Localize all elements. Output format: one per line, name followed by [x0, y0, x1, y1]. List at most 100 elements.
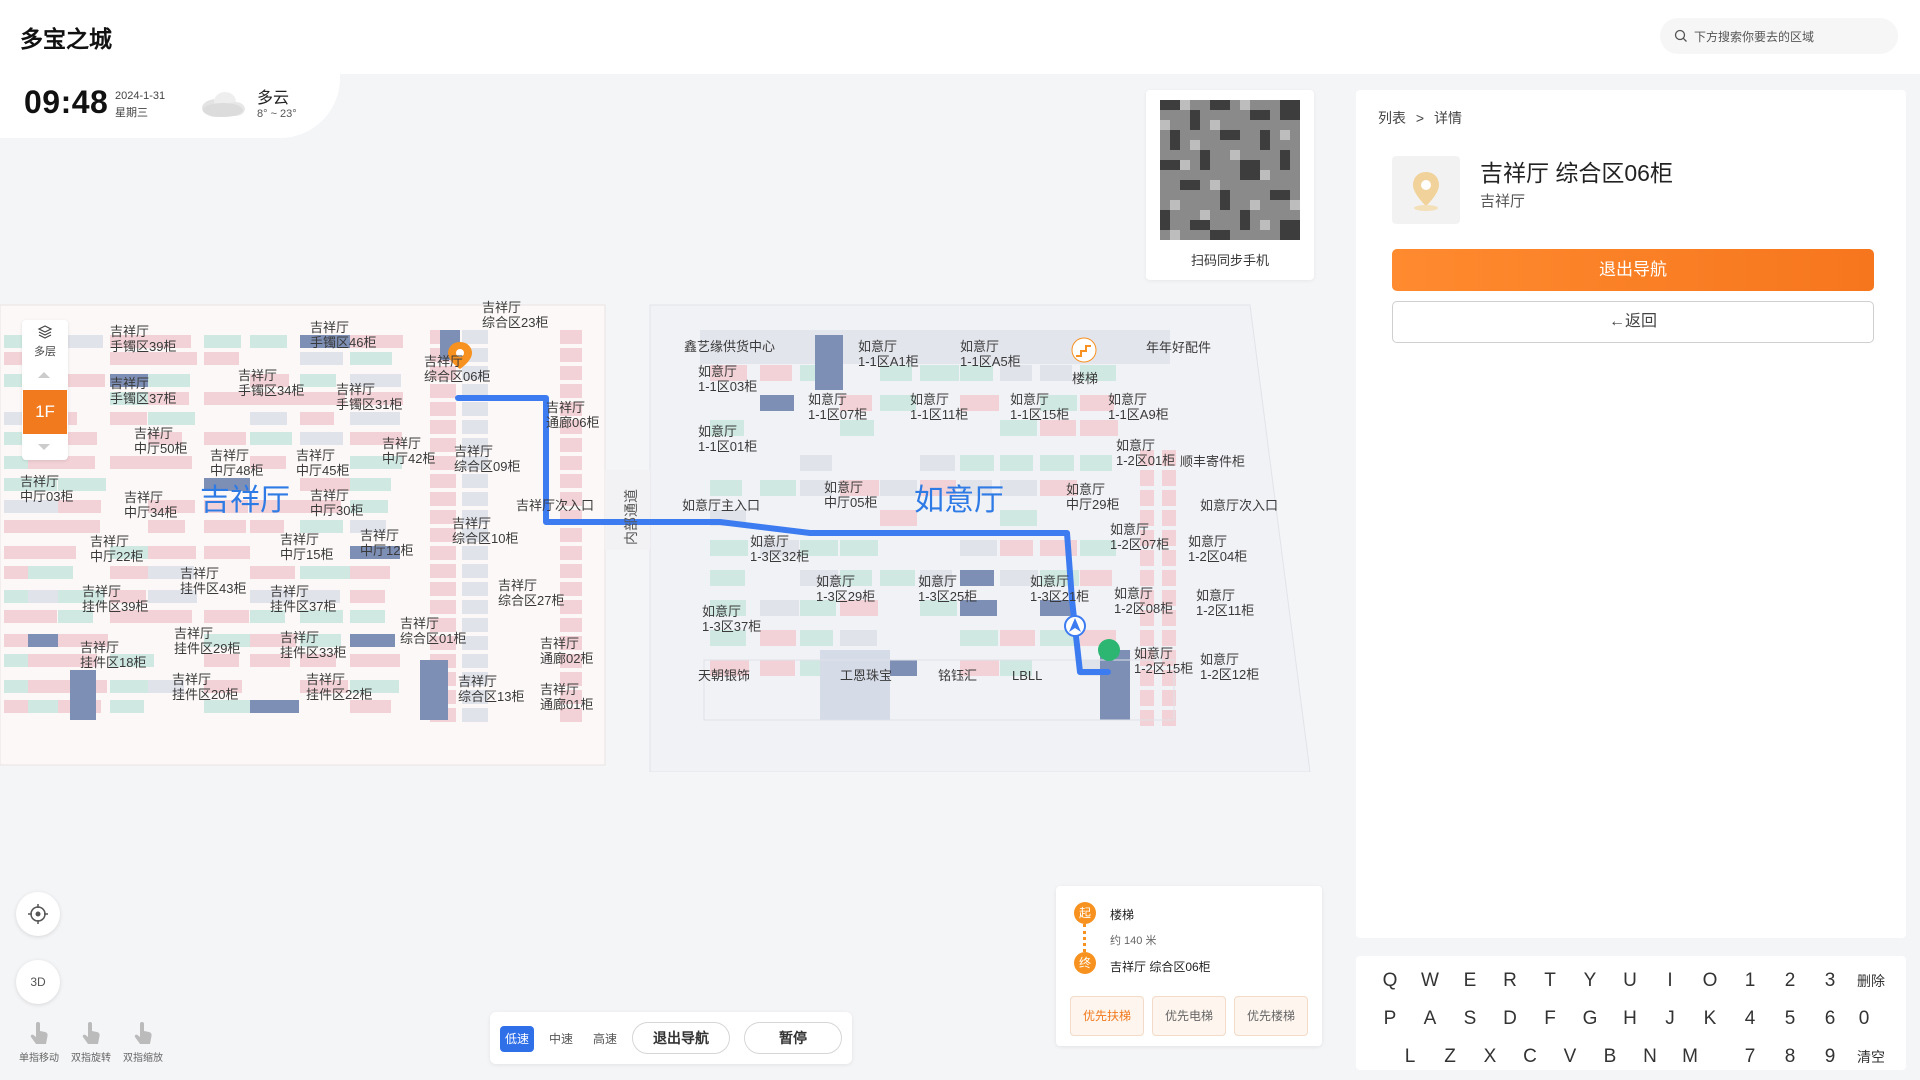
key-m[interactable]: M: [1672, 1042, 1708, 1072]
shop-block: [560, 348, 582, 362]
shop-block: [462, 492, 488, 506]
key-4[interactable]: 4: [1732, 1004, 1768, 1034]
key-e[interactable]: E: [1452, 966, 1488, 996]
key-7[interactable]: 7: [1732, 1042, 1768, 1072]
back-button[interactable]: ←返回: [1392, 301, 1874, 343]
shop-label-line: 吉祥厅: [210, 448, 249, 463]
floor-up-icon[interactable]: [38, 372, 50, 378]
shop-label-line: 如意厅: [1114, 586, 1153, 601]
locate-button[interactable]: [16, 892, 60, 936]
key-b[interactable]: B: [1592, 1042, 1628, 1072]
key-x[interactable]: X: [1472, 1042, 1508, 1072]
key-d[interactable]: D: [1492, 1004, 1528, 1034]
shop-block: [1000, 455, 1033, 471]
speed-high[interactable]: 高速: [588, 1026, 622, 1052]
location-pin-icon: [1413, 172, 1439, 211]
key-f[interactable]: F: [1532, 1004, 1568, 1034]
shop-block: [1080, 570, 1112, 586]
breadcrumb-list[interactable]: 列表: [1378, 110, 1406, 126]
shop-block: [462, 582, 488, 596]
shop-block: [880, 510, 917, 526]
weekday-text: 星期三: [115, 107, 148, 119]
floor-down-icon[interactable]: [38, 444, 50, 450]
prefer-escalator-button[interactable]: 优先扶梯: [1070, 996, 1144, 1036]
shop-label-line: 挂件区33柜: [280, 645, 346, 660]
shop-label-line: 1-2区01柜: [1116, 453, 1175, 468]
pause-button[interactable]: 暂停: [744, 1022, 842, 1054]
shop-block: [300, 374, 336, 387]
key-v[interactable]: V: [1552, 1042, 1588, 1072]
floor-1f[interactable]: 1F: [23, 390, 67, 434]
key-y[interactable]: Y: [1572, 966, 1608, 996]
key-3[interactable]: 3: [1812, 966, 1848, 996]
key-n[interactable]: N: [1632, 1042, 1668, 1072]
hand-icon: [30, 1022, 48, 1044]
shop-block: [204, 352, 239, 365]
key-o[interactable]: O: [1692, 966, 1728, 996]
date-text: 2024-1-31: [115, 90, 166, 102]
key-r[interactable]: R: [1492, 966, 1528, 996]
shop-label-line: 如意厅: [918, 574, 957, 589]
key-l[interactable]: L: [1392, 1042, 1428, 1072]
speed-low[interactable]: 低速: [500, 1026, 534, 1052]
key-j[interactable]: J: [1652, 1004, 1688, 1034]
search-input[interactable]: 下方搜索你要去的区域: [1660, 18, 1898, 54]
shop-label-line: 1-3区32柜: [750, 549, 809, 564]
shop-block: [960, 630, 998, 646]
shop-block: [462, 330, 488, 344]
shop-block: [1162, 630, 1176, 646]
shop-block: [300, 412, 334, 425]
shop-label: 顺丰寄件柜: [1180, 454, 1245, 469]
layers-button[interactable]: 多层: [22, 324, 68, 359]
shop-label-line: 吉祥厅: [360, 528, 399, 543]
navigation-bar: 低速 中速 高速 退出导航 暂停: [490, 1012, 852, 1064]
key-h[interactable]: H: [1612, 1004, 1648, 1034]
shop-label-line: 楼梯: [1072, 371, 1098, 386]
key-k[interactable]: K: [1692, 1004, 1728, 1034]
key-a[interactable]: A: [1412, 1004, 1448, 1034]
shop-label-line: 如意厅: [1188, 534, 1227, 549]
key-8[interactable]: 8: [1772, 1042, 1808, 1072]
speed-medium[interactable]: 中速: [544, 1026, 578, 1052]
key-s[interactable]: S: [1452, 1004, 1488, 1034]
shop-label-line: 如意厅: [698, 424, 737, 439]
key-action[interactable]: 删除: [1846, 966, 1896, 996]
key-i[interactable]: I: [1652, 966, 1688, 996]
key-2[interactable]: 2: [1772, 966, 1808, 996]
exit-navigation-button[interactable]: 退出导航: [1392, 249, 1874, 291]
shop-block: [110, 566, 150, 579]
exit-navigation-pill[interactable]: 退出导航: [632, 1022, 730, 1054]
shop-label-line: 吉祥厅: [280, 630, 319, 645]
key-p[interactable]: P: [1372, 1004, 1408, 1034]
prefer-elevator-button[interactable]: 优先电梯: [1152, 996, 1226, 1036]
key-q[interactable]: Q: [1372, 966, 1408, 996]
shop-label-line: 如意厅: [910, 392, 949, 407]
key-0[interactable]: 0: [1846, 1004, 1882, 1034]
key-9[interactable]: 9: [1812, 1042, 1848, 1072]
shop-label-line: 吉祥厅: [134, 426, 173, 441]
key-g[interactable]: G: [1572, 1004, 1608, 1034]
key-z[interactable]: Z: [1432, 1042, 1468, 1072]
start-badge: 起: [1074, 902, 1096, 924]
view-3d-button[interactable]: 3D: [16, 960, 60, 1004]
key-1[interactable]: 1: [1732, 966, 1768, 996]
key-w[interactable]: W: [1412, 966, 1448, 996]
shop-label-line: 吉祥厅: [174, 626, 213, 641]
key-5[interactable]: 5: [1772, 1004, 1808, 1034]
floor-map[interactable]: 吉祥厅 如意厅内部通道吉祥厅手镯区39柜吉祥厅手镯区46柜吉祥厅综合区23柜吉祥厅…: [0, 300, 1320, 772]
key-c[interactable]: C: [1512, 1042, 1548, 1072]
shop-label-line: 中厅03柜: [20, 489, 73, 504]
key-t[interactable]: T: [1532, 966, 1568, 996]
key-u[interactable]: U: [1612, 966, 1648, 996]
gesture-hint: 单指移动: [14, 1020, 64, 1064]
shop-label-line: 1-1区03柜: [698, 379, 757, 394]
prefer-stairs-button[interactable]: 优先楼梯: [1234, 996, 1308, 1036]
shop-label-line: 吉祥厅: [238, 368, 277, 383]
key-6[interactable]: 6: [1812, 1004, 1848, 1034]
key-action[interactable]: 清空: [1846, 1042, 1896, 1072]
shop-block: [1162, 510, 1176, 526]
shop-block: [148, 456, 192, 469]
shop-block: [1140, 710, 1154, 726]
shop-block: [462, 474, 488, 488]
shop-label-line: 吉祥厅: [110, 376, 149, 391]
